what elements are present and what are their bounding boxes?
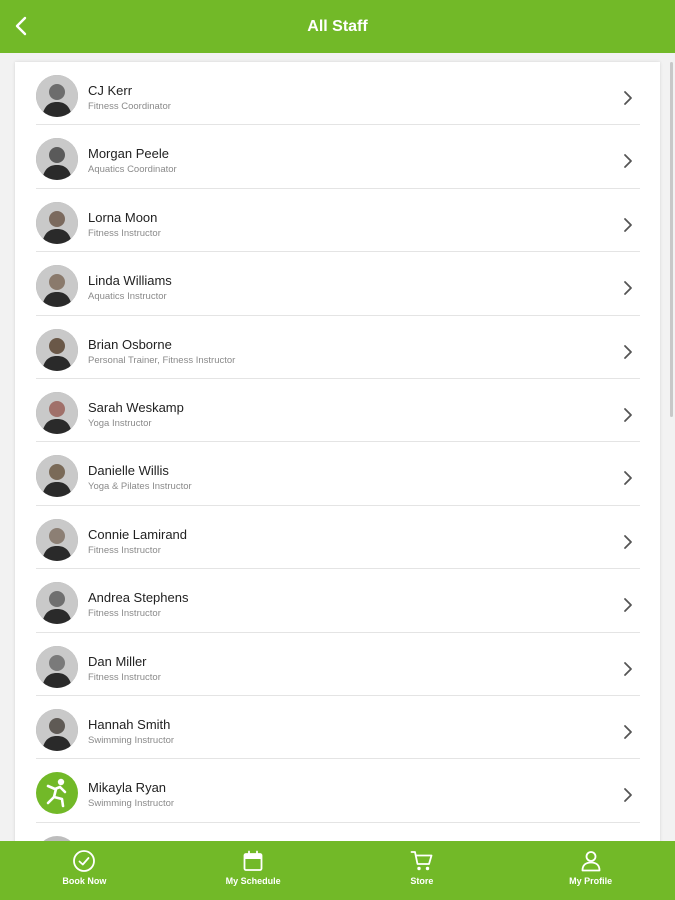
nav-book-now[interactable]: Book Now xyxy=(0,841,169,900)
staff-role: Personal Trainer, Fitness Instructor xyxy=(88,354,236,366)
avatar xyxy=(36,582,78,625)
staff-name: Dan Miller xyxy=(88,653,147,669)
runner-logo-icon xyxy=(36,772,78,815)
staff-role: Fitness Coordinator xyxy=(88,101,171,112)
check-circle-icon xyxy=(73,850,96,872)
staff-row[interactable]: CJ Kerr Fitness Coordinator xyxy=(36,62,640,126)
chevron-right-icon xyxy=(622,661,634,677)
top-app-bar: All Staff xyxy=(0,0,675,53)
nav-label: My Schedule xyxy=(225,876,281,886)
nav-label: My Profile xyxy=(569,876,613,886)
staff-role: Yoga & Pilates Instructor xyxy=(88,481,192,493)
avatar xyxy=(36,391,78,434)
staff-row[interactable]: Danielle Willis Yoga & Pilates Instructor xyxy=(36,442,640,506)
staff-name: Linda Williams xyxy=(88,273,172,289)
nav-my-schedule[interactable]: My Schedule xyxy=(169,841,338,900)
nav-label: Book Now xyxy=(62,876,107,886)
chevron-right-icon xyxy=(622,597,634,613)
staff-role: Fitness Instructor xyxy=(88,608,161,620)
staff-role: Swimming Instructor xyxy=(88,734,175,746)
chevron-right-icon xyxy=(622,217,634,233)
cart-icon xyxy=(410,851,433,871)
staff-name: Morgan Peele xyxy=(88,146,169,162)
staff-row[interactable]: Connie Lamirand Fitness Instructor xyxy=(36,506,640,570)
chevron-right-icon xyxy=(622,534,634,550)
person-icon xyxy=(581,851,601,872)
staff-name: Andrea Stephens xyxy=(88,590,189,606)
staff-row[interactable]: Sarah Weskamp Yoga Instructor xyxy=(36,379,640,443)
staff-row[interactable]: Hannah Smith Swimming Instructor xyxy=(36,696,640,760)
staff-role: Aquatics Instructor xyxy=(88,291,167,303)
staff-name: Mikayla Ryan xyxy=(88,780,167,796)
avatar xyxy=(36,201,78,244)
chevron-right-icon xyxy=(622,153,634,169)
avatar xyxy=(36,75,78,117)
staff-row[interactable]: Mikayla Ryan Swimming Instructor xyxy=(36,759,640,823)
staff-role: Yoga Instructor xyxy=(88,417,152,429)
staff-role: Fitness Instructor xyxy=(88,544,161,556)
staff-name: Danielle Willis xyxy=(88,463,169,479)
avatar xyxy=(36,708,78,751)
staff-row[interactable]: Andrea Stephens Fitness Instructor xyxy=(36,569,640,633)
chevron-right-icon xyxy=(622,470,634,486)
chevron-right-icon xyxy=(622,280,634,296)
nav-store[interactable]: Store xyxy=(338,841,507,900)
chevron-right-icon xyxy=(622,407,634,423)
chevron-right-icon xyxy=(622,90,634,106)
chevron-right-icon xyxy=(622,344,634,360)
staff-row[interactable]: Morgan Peele Aquatics Coordinator xyxy=(36,125,640,189)
avatar xyxy=(36,138,78,181)
staff-role: Fitness Instructor xyxy=(88,671,161,683)
staff-row[interactable]: Lorna Moon Fitness Instructor xyxy=(36,189,640,253)
staff-row[interactable]: Linda Williams Aquatics Instructor xyxy=(36,252,640,316)
chevron-right-icon xyxy=(622,787,634,803)
page-title: All Staff xyxy=(307,18,368,35)
staff-role: Fitness Instructor xyxy=(88,227,161,239)
avatar xyxy=(36,455,78,498)
staff-name: Sarah Weskamp xyxy=(88,399,184,415)
staff-name: Connie Lamirand xyxy=(88,526,188,542)
nav-label: Store xyxy=(410,876,434,886)
nav-my-profile[interactable]: My Profile xyxy=(506,841,675,900)
avatar xyxy=(36,328,78,371)
avatar xyxy=(36,265,78,308)
staff-name: Hannah Smith xyxy=(88,716,171,732)
avatar xyxy=(36,518,78,561)
staff-name: Lorna Moon xyxy=(88,209,158,225)
chevron-right-icon xyxy=(622,724,634,740)
staff-row[interactable]: Brian Osborne Personal Trainer, Fitness I… xyxy=(36,316,640,379)
staff-role: Swimming Instructor xyxy=(88,798,175,810)
staff-row[interactable]: Dan Miller Fitness Instructor xyxy=(36,633,640,696)
bottom-nav: Book Now My Schedule Store My Profile xyxy=(0,841,675,900)
staff-name: Brian Osborne xyxy=(88,336,172,352)
scrollbar[interactable] xyxy=(670,62,673,417)
avatar xyxy=(36,645,78,688)
staff-name: CJ Kerr xyxy=(88,83,133,98)
staff-list: CJ Kerr Fitness Coordinator Morgan Peele Aq… xyxy=(15,62,660,862)
calendar-icon xyxy=(243,850,263,871)
staff-role: Aquatics Coordinator xyxy=(88,164,177,176)
